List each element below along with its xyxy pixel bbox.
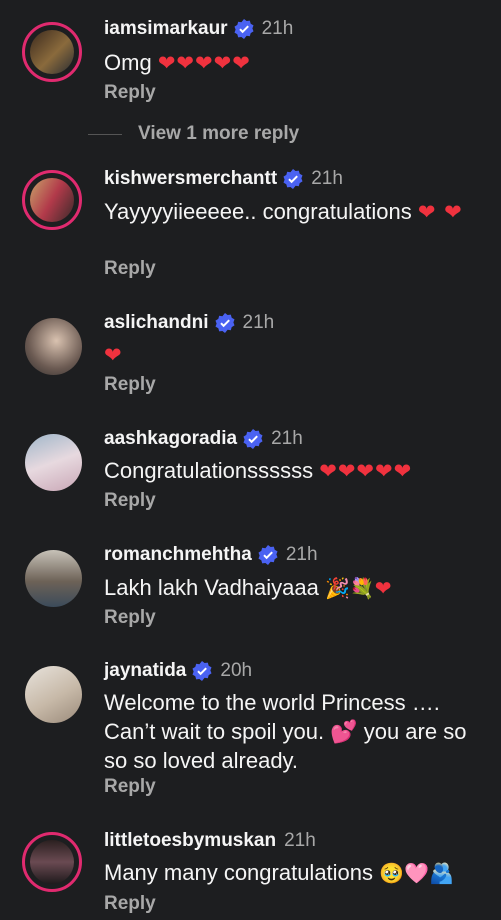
comment-text: Yayyyyiieeeee.. congratulations ❤ ❤ [104, 197, 464, 227]
celebration-emoji: 🎉💐❤ [325, 576, 392, 600]
comment-body: Congratulationssssss [104, 458, 314, 483]
timestamp: 21h [271, 428, 303, 449]
avatar[interactable] [22, 22, 82, 82]
view-more-replies-label[interactable]: View 1 more reply [138, 123, 299, 145]
reply-button[interactable]: Reply [104, 893, 156, 915]
avatar[interactable] [22, 170, 82, 230]
avatar[interactable] [25, 434, 82, 491]
avatar[interactable] [25, 550, 82, 607]
heart-emoji: ❤ [104, 343, 123, 367]
comment-body: Omg [104, 50, 152, 75]
emoji-reaction: 🥹🩷🫂 [379, 861, 454, 885]
username[interactable]: iamsimarkaur [104, 18, 228, 40]
verified-badge-icon [192, 661, 212, 681]
comment-text: ❤ [104, 340, 489, 370]
timestamp: 21h [242, 312, 275, 333]
comment-body: Yayyyyiieeeee.. congratulations [104, 199, 412, 224]
timestamp: 21h [261, 18, 294, 39]
timestamp: 21h [284, 830, 316, 851]
username[interactable]: jaynatida [104, 660, 186, 682]
comment-body: Many many congratulations [104, 860, 374, 885]
comment-body: Welcome to the world Princess …. Can’t w… [104, 690, 467, 773]
username[interactable]: aslichandni [104, 312, 209, 334]
avatar[interactable] [25, 318, 82, 375]
verified-badge-icon [234, 19, 254, 39]
verified-badge-icon [243, 429, 263, 449]
verified-badge-icon [215, 313, 235, 333]
username[interactable]: romanchmehtha [104, 544, 252, 566]
avatar[interactable] [25, 666, 82, 723]
heart-emoji: ❤❤❤❤❤ [157, 51, 251, 75]
verified-badge-icon [283, 169, 303, 189]
reply-button[interactable]: Reply [104, 490, 156, 512]
comment-text: Lakh lakh Vadhaiyaaa 🎉💐❤ [104, 573, 489, 603]
divider [88, 133, 122, 135]
comment-body: Lakh lakh Vadhaiyaaa [104, 575, 319, 600]
comment-text: Many many congratulations 🥹🩷🫂 [104, 858, 489, 888]
timestamp: 20h [220, 660, 253, 681]
timestamp: 21h [285, 544, 318, 565]
reply-button[interactable]: Reply [104, 258, 156, 280]
avatar[interactable] [22, 832, 82, 892]
username[interactable]: littletoesbymuskan [104, 830, 276, 852]
comment-text: Welcome to the world Princess …. Can’t w… [104, 688, 494, 775]
comment-text: Congratulationssssss ❤❤❤❤❤ [104, 456, 489, 486]
username[interactable]: kishwersmerchantt [104, 168, 277, 190]
comment-text: Omg ❤❤❤❤❤ [104, 48, 489, 78]
reply-button[interactable]: Reply [104, 374, 156, 396]
timestamp: 21h [311, 168, 343, 189]
verified-badge-icon [258, 545, 278, 565]
view-more-replies[interactable]: View 1 more reply [88, 123, 299, 145]
reply-button[interactable]: Reply [104, 776, 156, 798]
username[interactable]: aashkagoradia [104, 428, 237, 450]
heart-emoji: ❤❤❤❤❤ [319, 459, 413, 483]
heart-emoji: ❤ ❤ [417, 200, 463, 224]
reply-button[interactable]: Reply [104, 82, 156, 104]
reply-button[interactable]: Reply [104, 607, 156, 629]
